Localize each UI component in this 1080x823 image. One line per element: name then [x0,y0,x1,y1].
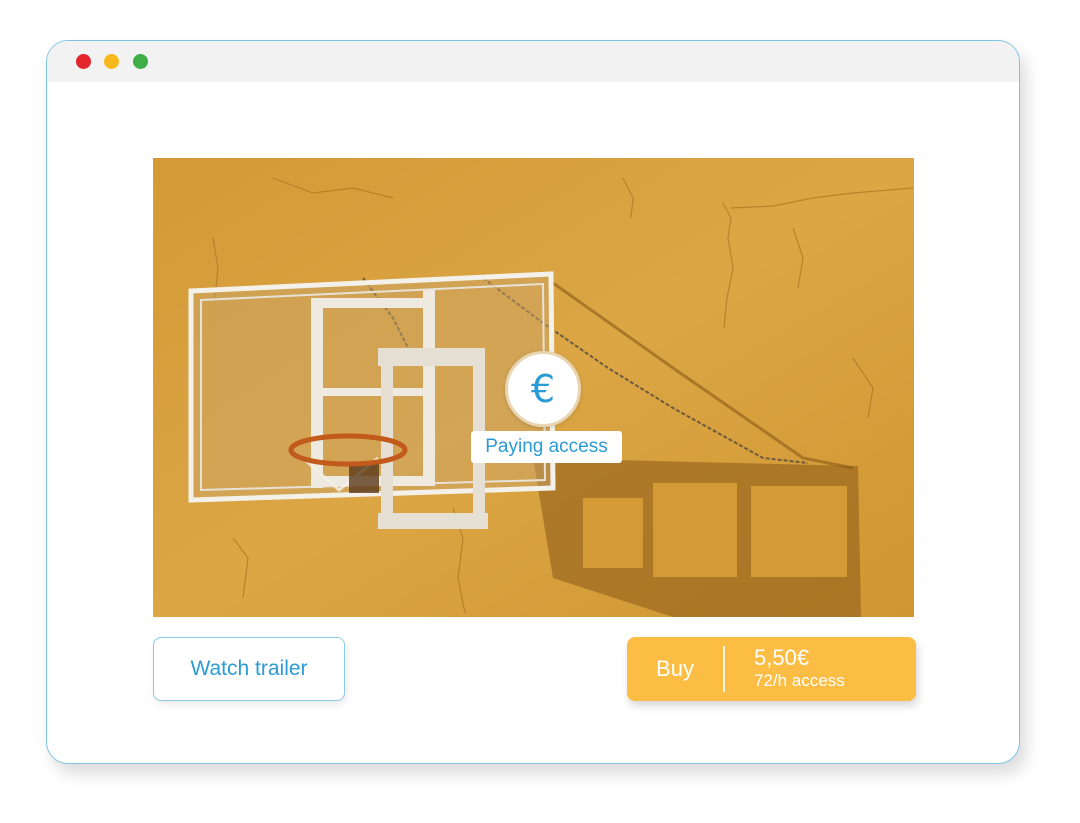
browser-window: € Paying access Watch trailer Buy 5,50€ … [46,40,1020,764]
minimize-window-button[interactable] [104,54,119,69]
window-titlebar [47,41,1019,82]
paywall-label: Paying access [471,431,622,463]
paywall-overlay: € Paying access [463,351,623,467]
euro-icon: € [505,351,581,427]
close-window-button[interactable] [76,54,91,69]
price-label: 5,50€ [754,645,810,670]
maximize-window-button[interactable] [133,54,148,69]
video-poster[interactable]: € Paying access [153,158,914,617]
access-duration-label: 72/h access [754,671,845,690]
buy-label: Buy [656,656,694,681]
buy-button[interactable]: Buy 5,50€ 72/h access [627,637,916,701]
buy-divider [723,646,725,692]
watch-trailer-button[interactable]: Watch trailer [153,637,345,701]
